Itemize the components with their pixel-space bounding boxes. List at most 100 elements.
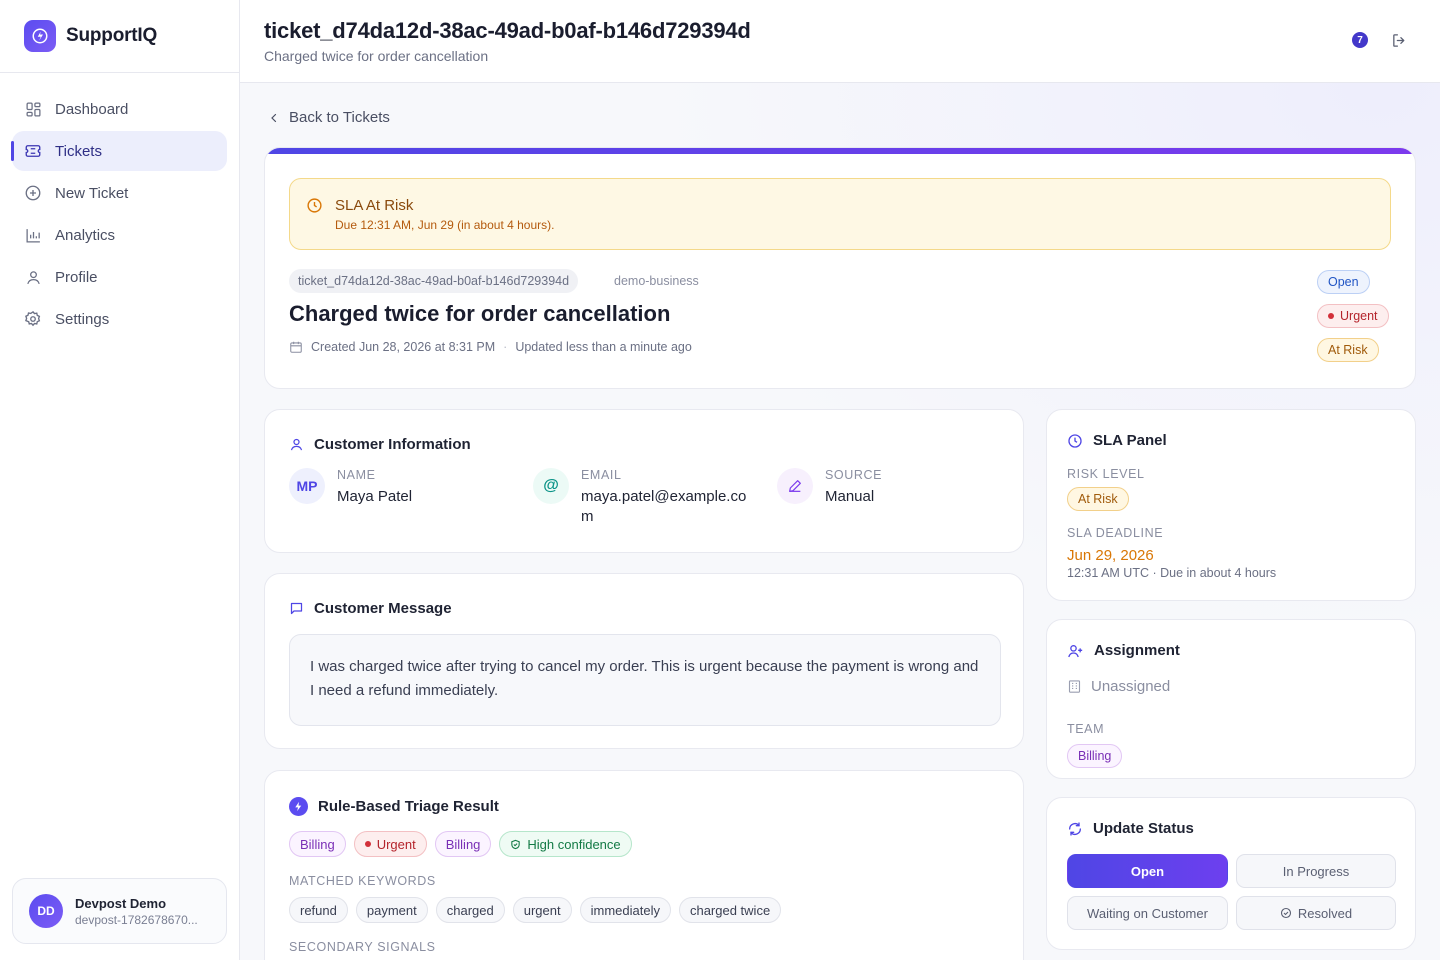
secondary-signals-label: Secondary Signals (289, 940, 436, 954)
status-open-button[interactable]: Open (1067, 854, 1228, 888)
chevron-left-icon (268, 112, 280, 124)
sla-badge: At Risk (1317, 338, 1379, 362)
team-chip: Billing (434, 831, 492, 857)
triage-chips: Billing Urgent Billing High confidence (289, 831, 632, 857)
assignment-card: Assignment Unassigned Team Billing (1046, 619, 1416, 779)
user-icon (24, 268, 42, 286)
priority-chip: Urgent (353, 831, 427, 857)
customer-message-card: Customer Message I was charged twice aft… (264, 573, 1024, 749)
logout-icon[interactable] (1391, 32, 1408, 49)
sidebar-item-label: Settings (55, 310, 110, 328)
confidence-chip: High confidence (499, 831, 632, 857)
customer-name: Maya Patel (337, 488, 413, 505)
brand[interactable]: SupportIQ (0, 0, 239, 73)
plus-circle-icon (24, 184, 42, 202)
section-title: SLA Panel (1067, 432, 1167, 449)
ticket-meta: Created Jun 28, 2026 at 8:31 PM · Update… (289, 340, 692, 354)
sla-deadline-date: Jun 29, 2026 (1067, 547, 1154, 564)
page-header: ticket_d74da12d-38ac-49ad-b0af-b146d7293… (240, 0, 1440, 83)
user-plus-icon (1067, 643, 1084, 659)
team-badge: Billing (1067, 744, 1123, 768)
keyword-chip: charged (435, 897, 505, 923)
sidebar-item-label: Analytics (55, 226, 116, 244)
main-content: Back to Tickets SLA At Risk Due 12:31 AM… (240, 83, 1440, 960)
section-title: Rule-Based Triage Result (289, 797, 499, 816)
org-name: demo-business (614, 274, 699, 288)
user-card[interactable]: DD Devpost Demo devpost-1782678670... (12, 878, 227, 944)
page-subtitle: Charged twice for order cancellation (264, 48, 489, 64)
risk-level-badge: At Risk (1067, 487, 1129, 511)
page-title: ticket_d74da12d-38ac-49ad-b0af-b146d7293… (264, 18, 751, 43)
meta-separator: · (503, 340, 508, 354)
customer-email[interactable]: maya.patel@example.com (581, 487, 753, 527)
gear-icon (24, 310, 42, 328)
sidebar-item-label: Profile (55, 268, 98, 286)
keyword-list: refund payment charged urgent immediatel… (289, 897, 782, 923)
sidebar-item-profile[interactable]: Profile (12, 257, 227, 297)
dashboard-icon (24, 100, 42, 118)
back-to-tickets-link[interactable]: Back to Tickets (268, 109, 390, 126)
lightning-icon (289, 797, 308, 816)
shield-check-icon (510, 839, 521, 850)
sidebar-item-label: Tickets (55, 142, 102, 160)
sla-alert-title: SLA At Risk (335, 197, 414, 214)
pencil-icon (777, 468, 813, 504)
sidebar: SupportIQ Dashboard Tickets New Ticket A… (0, 0, 240, 960)
brand-name: SupportIQ (66, 25, 158, 46)
sidebar-item-analytics[interactable]: Analytics (12, 215, 227, 255)
sidebar-item-settings[interactable]: Settings (12, 299, 227, 339)
updated-at: Updated less than a minute ago (515, 340, 692, 354)
user-id: devpost-1782678670... (75, 912, 198, 927)
avatar: MP (289, 468, 325, 504)
priority-badge: Urgent (1317, 304, 1389, 328)
status-resolved-button[interactable]: Resolved (1236, 896, 1396, 930)
user-name: Devpost Demo (75, 895, 167, 911)
notification-badge[interactable]: 7 (1352, 32, 1368, 48)
triage-result-card: Rule-Based Triage Result Billing Urgent … (264, 770, 1024, 960)
status-badge: Open (1317, 270, 1370, 294)
back-label: Back to Tickets (289, 109, 390, 126)
lightning-icon (24, 20, 56, 52)
created-at: Created Jun 28, 2026 at 8:31 PM (311, 340, 496, 354)
keyword-chip: refund (289, 897, 348, 923)
ticket-id-pill: ticket_d74da12d-38ac-49ad-b0af-b146d7293… (289, 269, 579, 293)
refresh-icon (1067, 821, 1083, 837)
sla-deadline-detail: 12:31 AM UTC · Due in about 4 hours (1067, 566, 1277, 580)
keyword-chip: urgent (512, 897, 572, 923)
sla-panel-card: SLA Panel Risk Level At Risk SLA Deadlin… (1046, 409, 1416, 601)
customer-source: Manual (825, 488, 875, 505)
user-icon (289, 437, 304, 452)
main-nav: Dashboard Tickets New Ticket Analytics P… (0, 73, 239, 339)
customer-source-field: Source Manual (777, 468, 882, 507)
update-status-card: Update Status Open In Progress Waiting o… (1046, 797, 1416, 950)
keyword-chip: payment (355, 897, 428, 923)
check-circle-icon (1280, 907, 1292, 919)
customer-info-card: Customer Information MP Name Maya Patel … (264, 409, 1024, 553)
section-title: Customer Information (289, 436, 471, 453)
avatar: DD (29, 894, 63, 928)
at-icon: @ (533, 468, 569, 504)
sla-alert: SLA At Risk Due 12:31 AM, Jun 29 (in abo… (289, 178, 1391, 250)
assignee[interactable]: Unassigned (1067, 678, 1170, 695)
status-waiting-button[interactable]: Waiting on Customer (1067, 896, 1228, 930)
calendar-icon (289, 340, 303, 354)
section-title: Update Status (1067, 820, 1194, 837)
ticket-summary-card: SLA At Risk Due 12:31 AM, Jun 29 (in abo… (264, 147, 1416, 389)
customer-name-field: MP Name Maya Patel (289, 468, 412, 507)
section-title: Customer Message (289, 600, 452, 617)
accent-bar (265, 148, 1415, 154)
sidebar-item-label: New Ticket (55, 184, 129, 202)
status-in-progress-button[interactable]: In Progress (1236, 854, 1396, 888)
ticket-title: Charged twice for order cancellation (289, 301, 671, 326)
message-icon (289, 601, 304, 616)
ticket-icon (24, 142, 42, 160)
customer-email-field: @ Email maya.patel@example.com (533, 468, 753, 527)
clock-icon (1067, 433, 1083, 449)
category-chip: Billing (289, 831, 346, 857)
clock-icon (306, 197, 323, 214)
section-title: Assignment (1067, 642, 1180, 659)
sidebar-item-tickets[interactable]: Tickets (11, 131, 227, 171)
sidebar-item-dashboard[interactable]: Dashboard (12, 89, 227, 129)
sidebar-item-new-ticket[interactable]: New Ticket (12, 173, 227, 213)
sla-alert-detail: Due 12:31 AM, Jun 29 (in about 4 hours). (335, 218, 555, 232)
